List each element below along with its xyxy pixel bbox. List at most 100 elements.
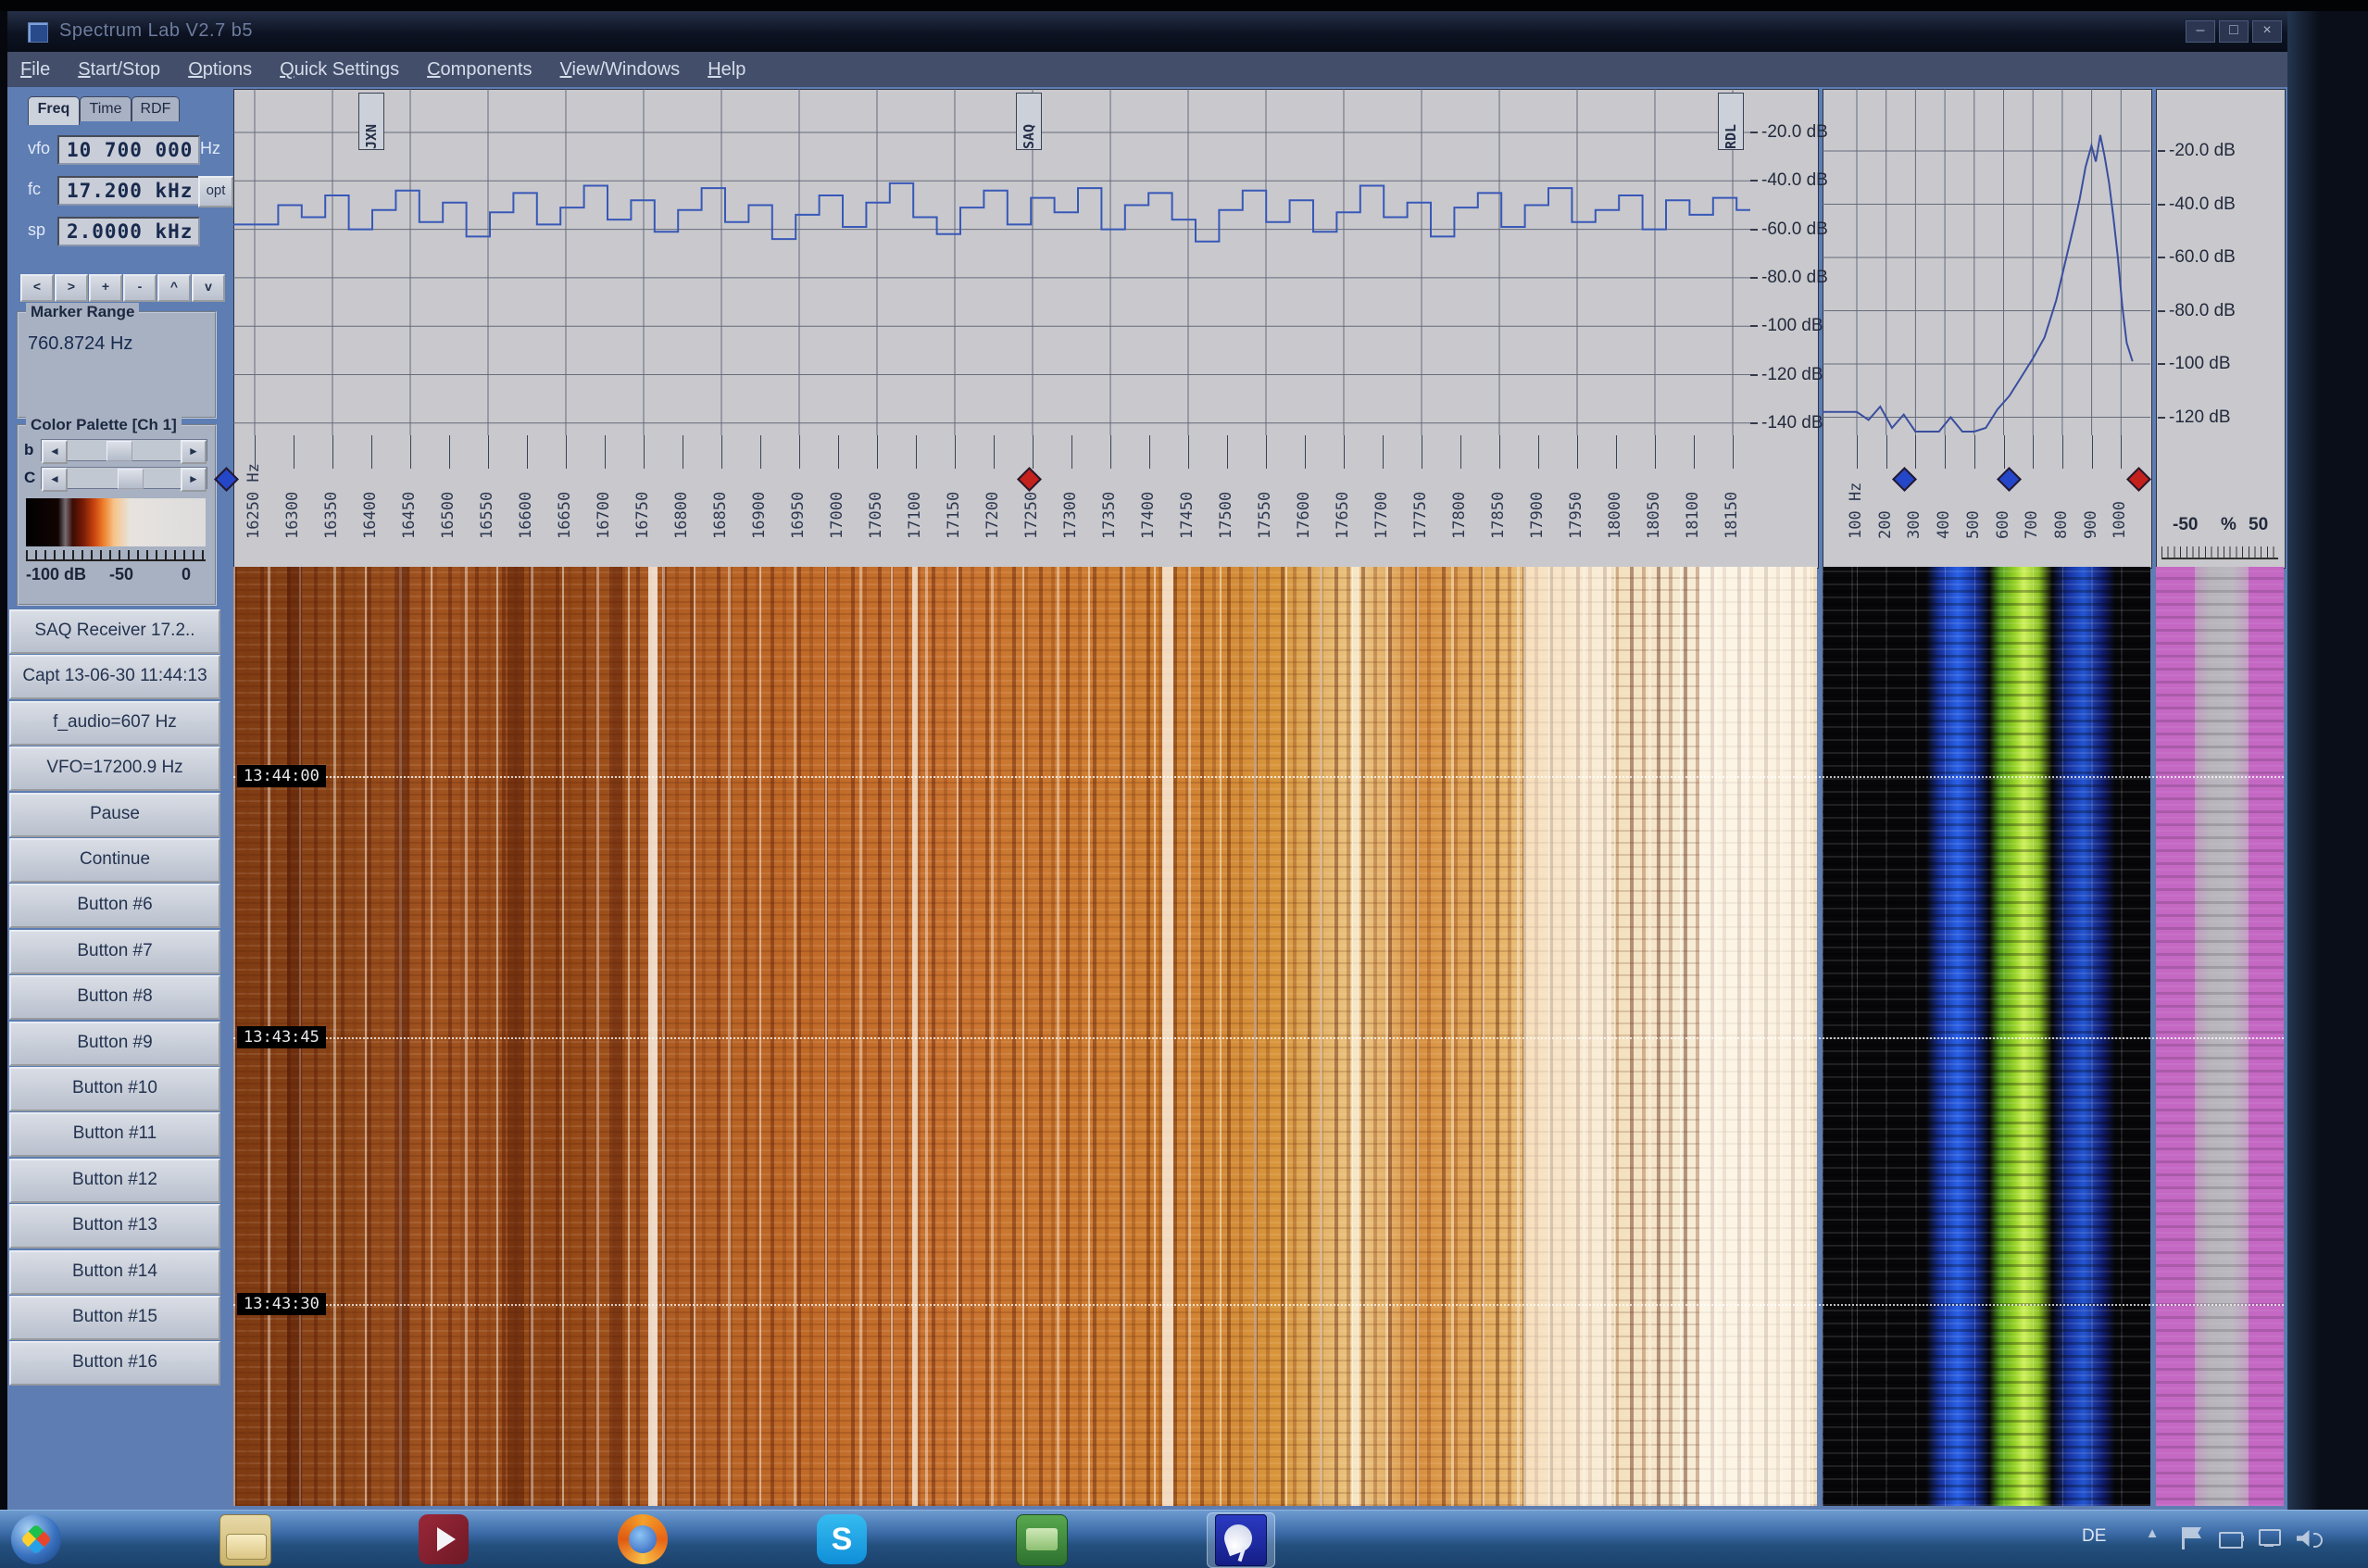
main-freq-label: 16950 [789,445,808,539]
field-input-vfo[interactable]: 10 700 000 [57,135,200,165]
correlation-waterfall [2156,567,2284,1506]
audio-freq-label: 1000 [2111,445,2129,539]
side-button-saq[interactable]: SAQ Receiver 17.2.. [9,609,220,654]
field-input-sp[interactable]: 2.0000 kHz [57,217,200,246]
slider-left-arrow[interactable]: ◄ [42,468,68,492]
timestamp-line [233,776,2284,778]
main-freq-label: 16500 [439,445,457,539]
audio-db-label: -20.0 dB [2169,141,2236,161]
main-freq-label: 17850 [1489,445,1508,539]
side-button-14[interactable]: Button #14 [9,1250,220,1295]
audio-freq-label: 900 [2082,445,2100,539]
field-input-fc[interactable]: 17.200 kHz [57,176,200,206]
app-icon [28,22,48,43]
percent-symbol: % [2221,515,2236,535]
menu-quick-settings[interactable]: Quick Settings [280,52,399,87]
side-button-7[interactable]: Button #7 [9,930,220,974]
menu-start-stop[interactable]: Start/Stop [78,52,160,87]
play-glyph [437,1527,456,1551]
title-bar: Spectrum Lab V2.7 b5 – □ × [7,11,2287,52]
slider-thumb[interactable] [118,469,144,489]
side-button-12[interactable]: Button #12 [9,1159,220,1203]
maximize-button[interactable]: □ [2219,20,2249,43]
audio-db-label: -60.0 dB [2169,247,2236,268]
minimize-button[interactable]: – [2186,20,2215,43]
station-marker-saq[interactable]: SAQ [1016,93,1042,150]
menu-view-windows[interactable]: View/Windows [560,52,681,87]
slider-thumb[interactable] [106,441,132,461]
flag-pole [2182,1527,2185,1549]
side-button-capt[interactable]: Capt 13-06-30 11:44:13 [9,655,220,699]
menu-components[interactable]: Components [427,52,532,87]
waterfall-bright-band [648,567,658,1506]
audio-spectrum-plot [1823,89,2150,435]
nav-plus-button[interactable]: + [89,274,122,302]
firefox-icon[interactable] [618,1514,668,1564]
firefox-globe [629,1525,657,1553]
main-freq-label: 17750 [1411,445,1430,539]
main-db-label: -120 dB [1761,365,1823,385]
close-button[interactable]: × [2252,20,2282,43]
side-button-pause[interactable]: Pause [9,793,220,837]
main-db-tick [1750,422,1758,424]
spectrum-lab-icon[interactable] [1215,1514,1267,1566]
main-freq-label: 17200 [984,445,1002,539]
tray-hidden-icons-icon[interactable]: ▲ [2139,1525,2165,1551]
side-button-vfo[interactable]: VFO=17200.9 Hz [9,746,220,791]
side-button-16[interactable]: Button #16 [9,1341,220,1386]
nav-up-button[interactable]: ^ [157,274,191,302]
green-app-icon[interactable] [1016,1514,1068,1566]
tray-flag-icon[interactable] [2178,1525,2204,1551]
media-player-icon[interactable] [419,1514,469,1564]
palette-slider-b[interactable]: ◄► [41,439,207,461]
percent-left-label: -50 [2173,515,2198,535]
station-marker-rdl[interactable]: RDL [1718,93,1744,150]
tray-battery-icon[interactable] [2217,1525,2243,1551]
side-button-13[interactable]: Button #13 [9,1204,220,1248]
field-label-fc: fc [28,180,56,199]
menu-options[interactable]: Options [188,52,252,87]
folder-front [226,1534,267,1560]
palette-slider-C[interactable]: ◄► [41,467,207,489]
side-button-6[interactable]: Button #6 [9,884,220,928]
station-marker-jxn[interactable]: JXN [358,93,384,150]
slider-right-arrow[interactable]: ► [181,440,207,464]
audio-db-tick [2158,257,2165,258]
menu-file[interactable]: File [20,52,50,87]
field-label-sp: sp [28,220,56,240]
main-freq-label: 17000 [828,445,846,539]
opt-button[interactable]: opt [198,176,233,207]
field-label-vfo: vfo [28,139,56,158]
main-freq-label: 16800 [672,445,691,539]
slider-right-arrow[interactable]: ► [181,468,207,492]
side-button-9[interactable]: Button #9 [9,1022,220,1066]
tab-rdf[interactable]: RDF [132,96,180,121]
main-db-label: -140 dB [1761,413,1823,433]
monitor-stand [2264,1544,2274,1547]
tab-time[interactable]: Time [80,96,132,121]
side-button-15[interactable]: Button #15 [9,1296,220,1340]
side-button-8[interactable]: Button #8 [9,975,220,1020]
nav-left-button[interactable]: < [20,274,54,302]
nav-minus-button[interactable]: - [123,274,157,302]
start-icon[interactable] [11,1514,61,1564]
tray-volume-icon[interactable] [2295,1525,2321,1551]
tray-network-icon[interactable] [2256,1525,2282,1551]
nav-right-button[interactable]: > [55,274,88,302]
audio-freq-label: 100 Hz [1847,445,1865,539]
audio-freq-label: 400 [1935,445,1953,539]
main-freq-label: 18100 [1684,445,1702,539]
main-freq-label: 18050 [1645,445,1663,539]
color-palette-title: Color Palette [Ch 1] [26,416,182,434]
explorer-icon[interactable] [219,1514,271,1566]
slider-left-arrow[interactable]: ◄ [42,440,68,464]
side-button-faudio[interactable]: f_audio=607 Hz [9,701,220,746]
skype-icon[interactable]: S [817,1514,867,1564]
side-button-11[interactable]: Button #11 [9,1112,220,1157]
main-freq-label: 17400 [1139,445,1158,539]
menu-help[interactable]: Help [708,52,745,87]
nav-down-button[interactable]: v [192,274,225,302]
side-button-continue[interactable]: Continue [9,838,220,883]
tab-freq[interactable]: Freq [28,96,80,125]
side-button-10[interactable]: Button #10 [9,1067,220,1111]
